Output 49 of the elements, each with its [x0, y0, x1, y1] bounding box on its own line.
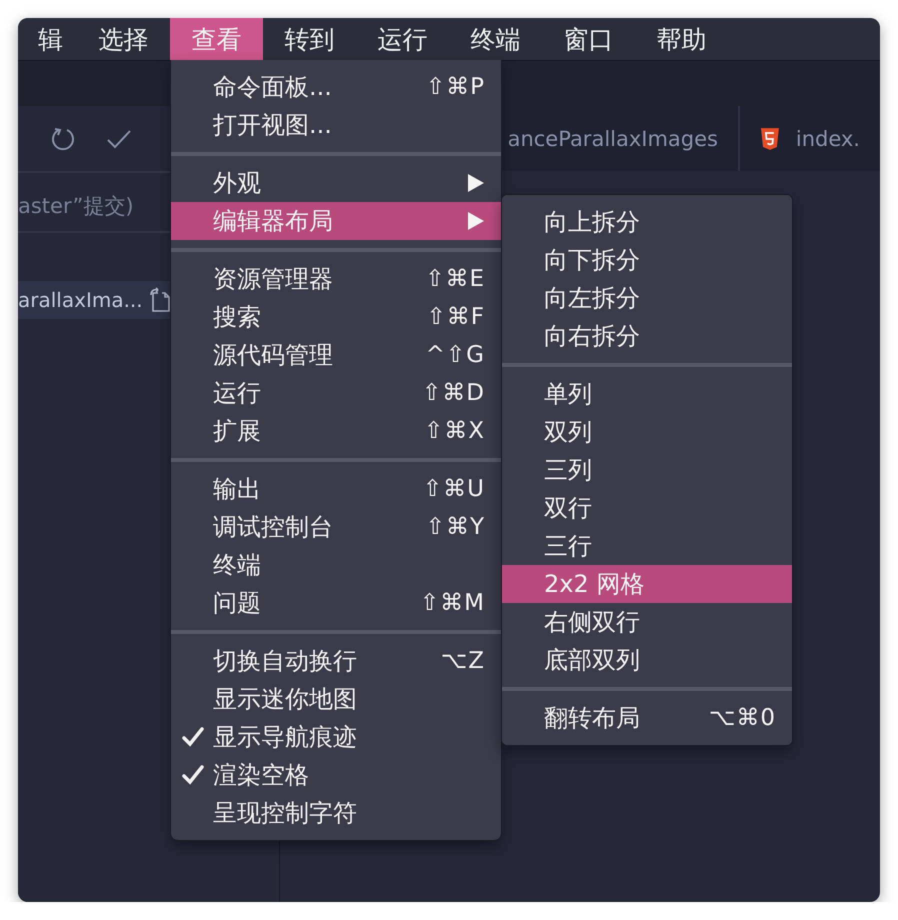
menu-item[interactable]: 呈现控制字符: [171, 794, 501, 832]
html-file-icon: [760, 126, 780, 150]
shortcut: ⇧⌘Y: [426, 514, 485, 540]
menu-item[interactable]: 向右拆分: [502, 317, 792, 355]
shortcut: ⌥Z: [440, 648, 485, 674]
menu-title[interactable]: 运行: [356, 18, 449, 60]
shortcut: ⌥⌘0: [708, 705, 776, 731]
menu-item[interactable]: 双列: [502, 413, 792, 451]
menu-item[interactable]: 渲染空格: [171, 756, 501, 794]
menu-item[interactable]: 向下拆分: [502, 241, 792, 279]
menu-title[interactable]: 辑: [18, 18, 77, 60]
menu-item[interactable]: 2x2 网格: [502, 565, 792, 603]
menu-item[interactable]: 显示导航痕迹: [171, 718, 501, 756]
editor-tab[interactable]: index.: [740, 106, 880, 171]
menu-title[interactable]: 帮助: [635, 18, 728, 60]
refresh-icon[interactable]: [50, 126, 76, 152]
menu-title[interactable]: 终端: [449, 18, 542, 60]
shortcut: ⇧⌘E: [425, 266, 485, 292]
shortcut: ⇧⌘X: [424, 418, 485, 444]
menu-item[interactable]: 终端: [171, 546, 501, 584]
shortcut: ^⇧G: [426, 342, 485, 368]
check-icon[interactable]: [106, 128, 132, 150]
shortcut: ⇧⌘U: [422, 476, 485, 502]
menu-item[interactable]: 扩展 ⇧⌘X: [171, 412, 501, 450]
file-icon[interactable]: [148, 287, 173, 313]
menu-item[interactable]: 翻转布局 ⌥⌘0: [502, 699, 792, 737]
menu-title[interactable]: 窗口: [542, 18, 635, 60]
shortcut: ⇧⌘P: [426, 74, 485, 100]
menu-item[interactable]: 切换自动换行 ⌥Z: [171, 642, 501, 680]
menu-item[interactable]: 源代码管理 ^⇧G: [171, 336, 501, 374]
menu-item[interactable]: 单列: [502, 375, 792, 413]
menu-item[interactable]: 输出 ⇧⌘U: [171, 470, 501, 508]
menu-item[interactable]: 问题 ⇧⌘M: [171, 584, 501, 622]
menu-item[interactable]: 双行: [502, 489, 792, 527]
menu-item[interactable]: 向左拆分: [502, 279, 792, 317]
menu-title[interactable]: 查看: [170, 18, 263, 60]
menu-item[interactable]: 运行 ⇧⌘D: [171, 374, 501, 412]
shortcut: ⇧⌘M: [420, 590, 485, 616]
shortcut: ⇧⌘D: [422, 380, 485, 406]
menu-item[interactable]: 三行: [502, 527, 792, 565]
menu-item[interactable]: 显示迷你地图: [171, 680, 501, 718]
menu-item[interactable]: 调试控制台 ⇧⌘Y: [171, 508, 501, 546]
menu-item[interactable]: 三列: [502, 451, 792, 489]
menu-item[interactable]: 右侧双行: [502, 603, 792, 641]
menu-title[interactable]: 选择: [77, 18, 170, 60]
menu-item[interactable]: 向上拆分: [502, 203, 792, 241]
menu-item[interactable]: 底部双列: [502, 641, 792, 679]
shortcut: ⇧⌘F: [426, 304, 485, 330]
menu-title[interactable]: 转到: [263, 18, 356, 60]
